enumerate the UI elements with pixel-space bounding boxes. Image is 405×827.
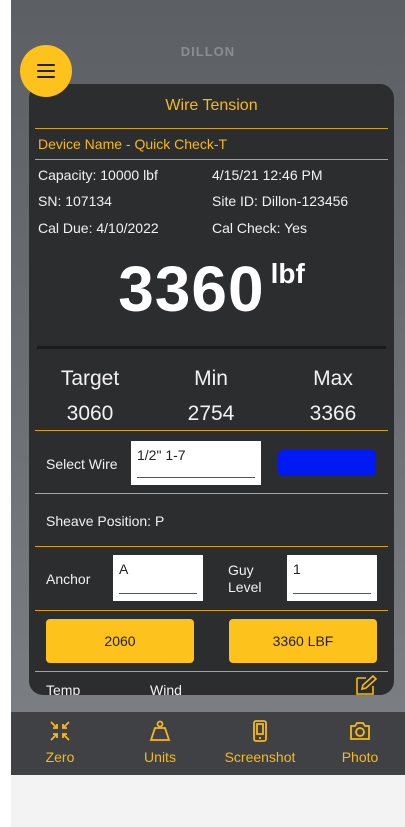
guy-level-field[interactable]: 1 — [287, 555, 377, 601]
anchor-value: A — [119, 561, 129, 577]
camera-icon — [350, 722, 370, 740]
temp-label: Temp — [46, 682, 81, 695]
serial-number-text: SN: 107134 — [38, 193, 112, 209]
card-title: Wire Tension — [165, 97, 258, 114]
divider — [35, 128, 388, 129]
select-wire-field[interactable]: 1/2" 1-7 — [131, 441, 261, 485]
phone-icon — [253, 720, 267, 742]
min-value: 2754 — [187, 402, 235, 425]
divider — [35, 671, 388, 672]
select-wire-value: 1/2" 1-7 — [137, 447, 186, 463]
divider — [35, 610, 388, 611]
cal-due-text: Cal Due: 4/10/2022 — [38, 220, 159, 236]
brand-logo: DILLON — [180, 44, 236, 59]
reading-unit: lbf — [270, 258, 305, 289]
weight-icon — [149, 720, 171, 741]
divider — [35, 546, 388, 547]
select-wire-label: Select Wire — [46, 456, 118, 472]
max-label: Max — [313, 367, 353, 390]
device-name: Device Name - Quick Check-T — [38, 136, 228, 152]
tension-reading: 3360 lbf — [29, 252, 394, 326]
site-id-text: Site ID: Dillon-123456 — [212, 193, 349, 209]
target-value: 3060 — [66, 402, 114, 425]
divider — [37, 346, 386, 349]
cal-check-text: Cal Check: Yes — [212, 220, 307, 236]
menu-button[interactable] — [20, 45, 72, 97]
tab-units-label: Units — [144, 749, 176, 765]
zero-icon — [50, 721, 70, 741]
anchor-label: Anchor — [46, 571, 91, 587]
value-2060-button[interactable]: 2060 — [46, 619, 194, 663]
wire-tension-card: Wire Tension Device Name - Quick Check-T… — [29, 84, 394, 695]
value-3360-lbf-button[interactable]: 3360 LBF — [229, 619, 377, 663]
sheave-position-text: Sheave Position: P — [46, 513, 165, 529]
bottom-tab-bar: Zero Units Screenshot Photo — [11, 712, 405, 775]
capacity-text: Capacity: 10000 lbf — [38, 167, 158, 183]
wind-label: Wind — [150, 682, 182, 695]
edit-icon[interactable] — [354, 674, 378, 695]
tab-photo[interactable]: Photo — [311, 712, 405, 775]
divider — [35, 430, 388, 431]
divider — [35, 159, 388, 160]
target-label: Target — [60, 367, 120, 390]
reading-value: 3360 — [118, 253, 265, 325]
max-value: 3366 — [309, 402, 357, 425]
datetime-text: 4/15/21 12:46 PM — [212, 167, 323, 183]
tab-screenshot[interactable]: Screenshot — [211, 712, 309, 775]
tab-screenshot-label: Screenshot — [224, 749, 296, 765]
divider — [35, 493, 388, 494]
tab-units[interactable]: Units — [111, 712, 209, 775]
wire-color-swatch[interactable] — [278, 450, 376, 476]
anchor-field[interactable]: A — [113, 555, 203, 601]
guy-level-label: Guy Level — [228, 562, 262, 595]
tab-zero-label: Zero — [45, 749, 75, 765]
min-label: Min — [194, 367, 228, 390]
guy-level-value: 1 — [293, 561, 301, 577]
hamburger-icon — [37, 64, 55, 78]
tab-photo-label: Photo — [341, 749, 379, 765]
tab-zero[interactable]: Zero — [11, 712, 109, 775]
bottom-blank-area — [11, 775, 405, 827]
